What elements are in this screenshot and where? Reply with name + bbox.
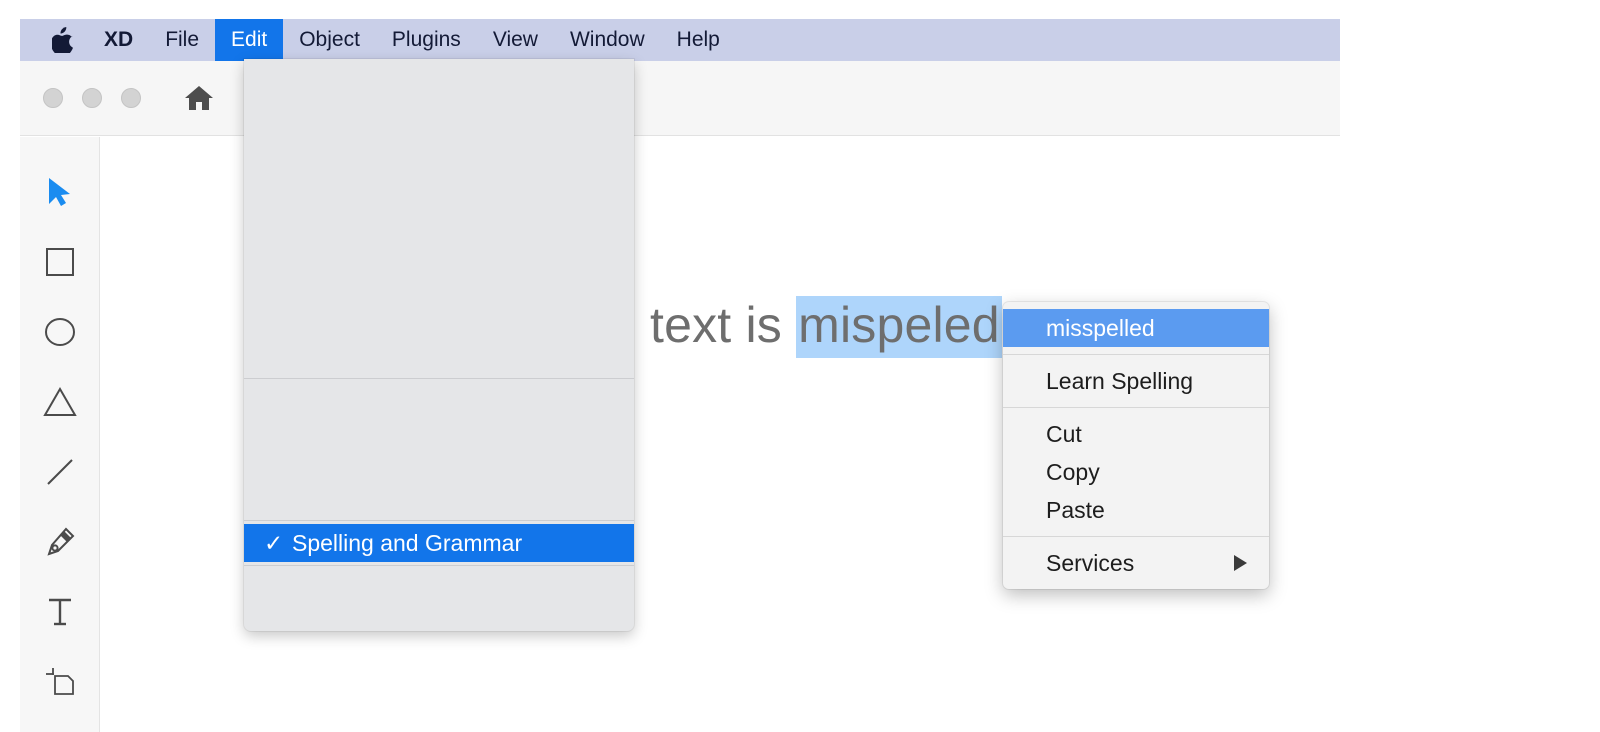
pen-nib-icon (44, 526, 76, 563)
menu-file[interactable]: File (149, 19, 215, 61)
context-menu-item-learn-spelling[interactable]: Learn Spelling (1003, 362, 1269, 400)
edit-menu-item-label: Spelling and Grammar (292, 529, 523, 556)
text-t-icon (45, 596, 75, 633)
cursor-arrow-icon (47, 177, 73, 212)
menu-xd[interactable]: XD (88, 19, 149, 61)
polygon-tool[interactable] (31, 369, 89, 439)
context-menu-item-label: Services (1046, 549, 1135, 576)
tools-sidebar (20, 137, 100, 732)
menu-edit-label: Edit (231, 28, 268, 51)
home-icon[interactable] (184, 83, 214, 113)
circle-icon (44, 317, 76, 352)
macos-menu-bar: XD File Edit Object Plugins View Window … (20, 19, 1340, 61)
menu-object[interactable]: Object (283, 19, 376, 61)
context-menu-item-services[interactable]: Services (1003, 544, 1269, 582)
canvas-text-prefix: text is (650, 297, 797, 353)
canvas-text-layer[interactable]: text is mispeled (650, 296, 1002, 358)
menu-edit[interactable]: Edit (215, 19, 284, 61)
context-menu-item-cut[interactable]: Cut (1003, 415, 1269, 453)
context-menu-separator-2 (1003, 407, 1269, 408)
menu-xd-label: XD (104, 28, 134, 51)
window-title-bar (20, 61, 1340, 136)
menu-help[interactable]: Help (661, 19, 736, 61)
context-menu-item-label: Paste (1046, 496, 1105, 523)
line-tool[interactable] (31, 439, 89, 509)
menu-window[interactable]: Window (554, 19, 661, 61)
edit-menu-item-spelling-and-grammar[interactable]: ✓ Spelling and Grammar (244, 524, 634, 562)
text-tool[interactable] (31, 579, 89, 649)
close-button[interactable] (43, 88, 63, 108)
spelling-context-menu[interactable]: misspelled Learn Spelling Cut Copy Paste… (1003, 302, 1269, 589)
context-menu-separator-1 (1003, 354, 1269, 355)
square-icon (45, 247, 75, 282)
line-icon (45, 457, 75, 492)
pen-tool[interactable] (31, 509, 89, 579)
context-menu-item-misspelled[interactable]: misspelled (1003, 309, 1269, 347)
canvas-selected-word[interactable]: mispeled (796, 296, 1002, 358)
checkmark-icon: ✓ (264, 529, 284, 556)
edit-dropdown-menu[interactable]: ✓ Spelling and Grammar (244, 59, 634, 631)
context-menu-item-copy[interactable]: Copy (1003, 453, 1269, 491)
apple-menu-button[interactable] (38, 19, 88, 61)
triangle-icon (42, 386, 77, 422)
context-menu-item-paste[interactable]: Paste (1003, 491, 1269, 529)
minimize-button[interactable] (82, 88, 102, 108)
context-menu-item-label: Learn Spelling (1046, 367, 1194, 394)
rectangle-tool[interactable] (31, 229, 89, 299)
edit-menu-group-middle (244, 379, 634, 520)
menu-object-label: Object (299, 28, 360, 51)
ellipse-tool[interactable] (31, 299, 89, 369)
select-tool[interactable] (31, 159, 89, 229)
context-menu-item-label: Copy (1046, 458, 1100, 485)
apple-logo-icon (52, 27, 74, 53)
edit-menu-group-top (244, 59, 634, 378)
context-menu-item-label: Cut (1046, 420, 1082, 447)
context-menu-item-label: misspelled (1046, 314, 1155, 341)
traffic-light-group (43, 88, 141, 108)
artboard-icon (44, 666, 76, 703)
menu-plugins[interactable]: Plugins (376, 19, 477, 61)
edit-menu-group-bottom (244, 566, 634, 629)
menu-help-label: Help (676, 28, 720, 51)
screen-root: XD File Edit Object Plugins View Window … (0, 0, 1600, 732)
menu-file-label: File (165, 28, 200, 51)
context-menu-separator-3 (1003, 536, 1269, 537)
menu-plugins-label: Plugins (391, 28, 461, 51)
artboard-tool[interactable] (31, 649, 89, 719)
menu-view[interactable]: View (477, 19, 554, 61)
zoom-button[interactable] (121, 88, 141, 108)
menu-window-label: Window (569, 28, 645, 51)
menu-view-label: View (492, 28, 538, 51)
chevron-right-icon (1234, 555, 1247, 571)
